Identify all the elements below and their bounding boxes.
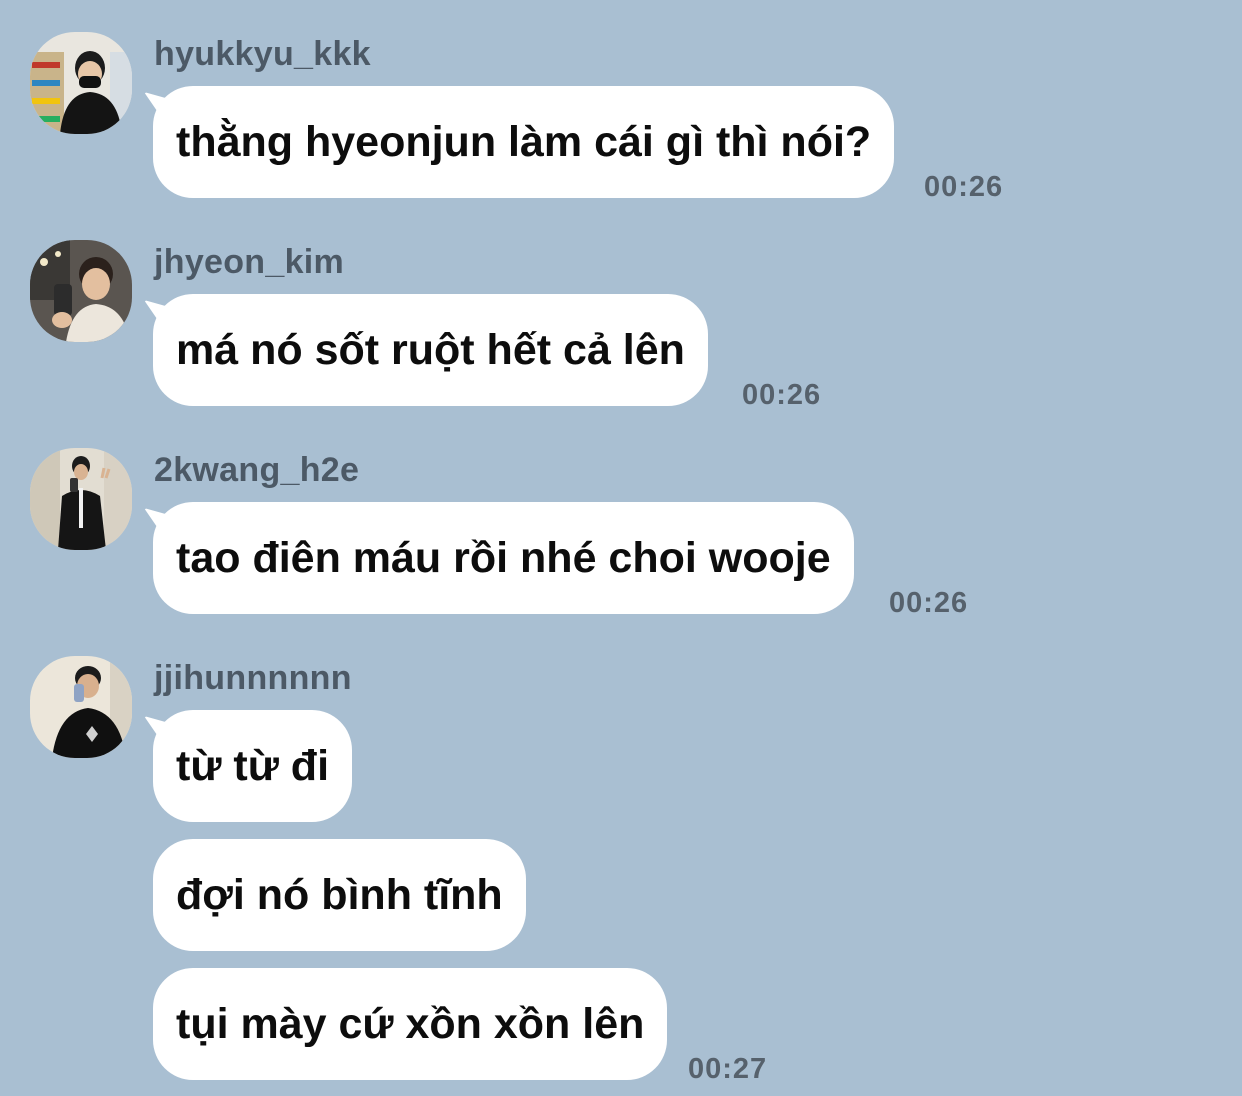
message-bubble[interactable]: má nó sốt ruột hết cả lên xyxy=(153,294,708,406)
avatar[interactable] xyxy=(30,656,132,758)
sender-name: hyukkyu_kkk xyxy=(154,35,371,73)
message-time: 00:26 xyxy=(924,171,1004,203)
avatar-hyukkyu-icon xyxy=(30,32,132,134)
message-time: 00:26 xyxy=(742,379,822,411)
sender-name: jhyeon_kim xyxy=(154,243,345,281)
message-bubble[interactable]: đợi nó bình tĩnh xyxy=(153,839,526,951)
message-bubble[interactable]: từ từ đi xyxy=(153,710,353,822)
sender-name: jjihunnnnnn xyxy=(154,659,352,697)
message-bubble[interactable]: thằng hyeonjun làm cái gì thì nói? xyxy=(153,86,895,198)
avatar-2kwang-icon xyxy=(30,448,132,550)
message-bubble[interactable]: tao điên máu rồi nhé choi wooje xyxy=(153,502,854,614)
message-time: 00:27 xyxy=(688,1053,768,1085)
avatar-jhyeon-icon xyxy=(30,240,132,342)
message-bubble[interactable]: tụi mày cứ xồn xồn lên xyxy=(153,968,668,1080)
avatar-jjihun-icon xyxy=(30,656,132,758)
sender-name: 2kwang_h2e xyxy=(154,451,360,489)
avatar[interactable] xyxy=(30,240,132,342)
avatar[interactable] xyxy=(30,448,132,550)
message-time: 00:26 xyxy=(889,587,969,619)
avatar[interactable] xyxy=(30,32,132,134)
